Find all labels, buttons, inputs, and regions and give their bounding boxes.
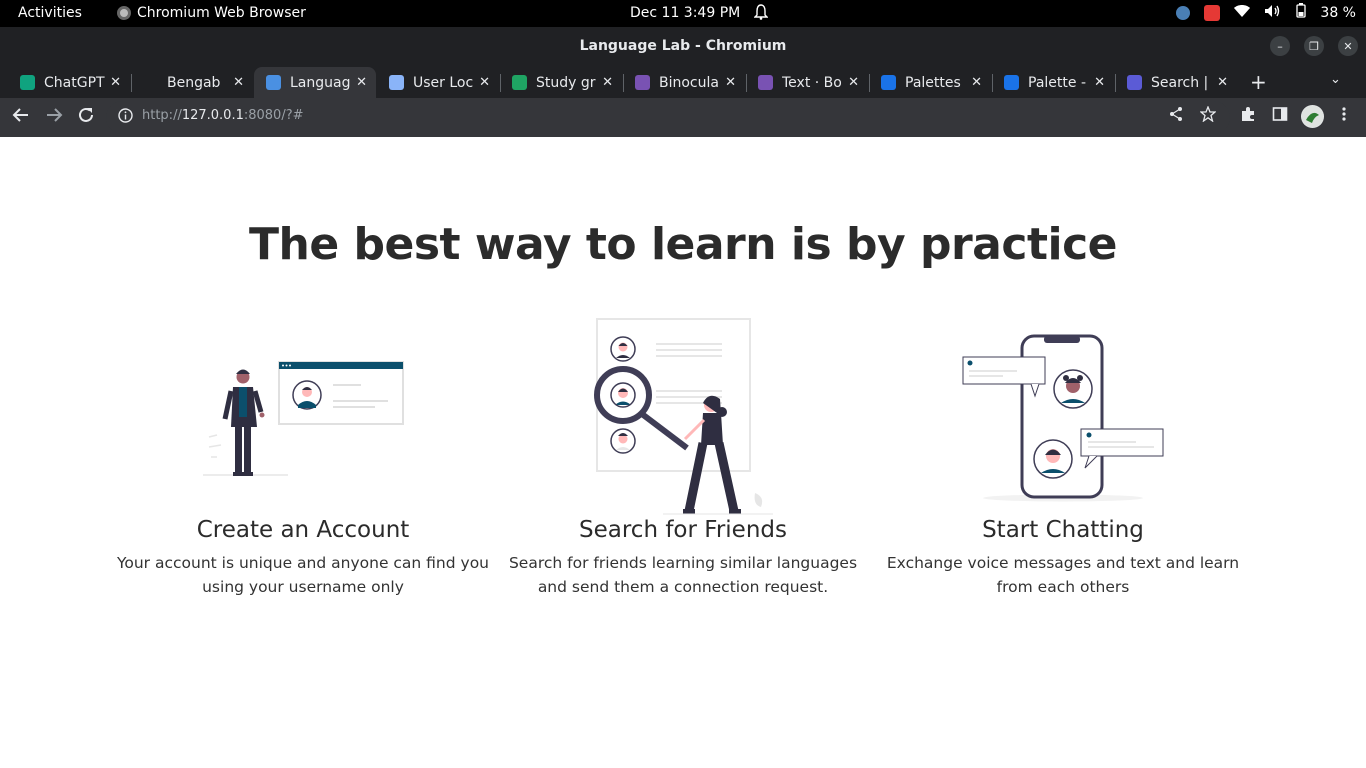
feature-search-friends: Search for Friends Search for friends le…: [493, 317, 873, 599]
share-icon[interactable]: [1168, 106, 1184, 127]
tab-close-icon[interactable]: ✕: [233, 75, 244, 90]
app-name-label: Chromium Web Browser: [137, 5, 306, 21]
search-friends-illustration: [493, 317, 873, 517]
reload-button[interactable]: [77, 106, 95, 129]
feature-description: Your account is unique and anyone can fi…: [116, 554, 490, 596]
bookmark-star-icon[interactable]: [1199, 105, 1217, 127]
feature-title: Start Chatting: [982, 517, 1144, 543]
feature-start-chatting: Start Chatting Exchange voice messages a…: [873, 317, 1253, 599]
app-menu[interactable]: Chromium Web Browser: [117, 5, 306, 21]
tab-label: Text · Bo: [782, 74, 842, 91]
chromium-icon: [117, 6, 131, 20]
battery-percent: 38 %: [1320, 4, 1356, 21]
feature-title: Create an Account: [196, 517, 410, 543]
browser-toolbar: http://127.0.0.1:8080/?#: [0, 98, 1366, 137]
tab-label: User Loc: [413, 74, 474, 91]
system-top-bar: Activities Chromium Web Browser Dec 11 3…: [0, 0, 1366, 27]
tab-favicon-icon: [1004, 75, 1019, 90]
tab-close-icon[interactable]: ✕: [1217, 75, 1228, 90]
browser-tab[interactable]: Study gr ✕: [500, 67, 622, 98]
tab-label: Palette -: [1028, 74, 1086, 91]
tab-close-icon[interactable]: ✕: [1094, 75, 1105, 90]
profile-avatar[interactable]: [1301, 105, 1324, 128]
browser-tab[interactable]: Search | ✕: [1115, 67, 1237, 98]
more-menu-icon[interactable]: [1338, 106, 1350, 127]
feature-description: Exchange voice messages and text and lea…: [886, 554, 1240, 596]
browser-tab[interactable]: Text · Bo ✕: [746, 67, 868, 98]
browser-tab[interactable]: Bengab ✕: [131, 67, 253, 98]
tab-favicon-icon: [635, 75, 650, 90]
tab-close-icon[interactable]: ✕: [479, 75, 490, 90]
tab-favicon-icon: [266, 75, 281, 90]
url-prefix: http://: [142, 108, 182, 123]
tab-favicon-icon: [20, 75, 35, 90]
anydesk-icon[interactable]: [1204, 4, 1221, 21]
tab-favicon-icon: [143, 75, 158, 90]
start-chatting-illustration: [873, 317, 1253, 517]
clock[interactable]: Dec 11 3:49 PM: [630, 5, 740, 21]
back-button[interactable]: [12, 106, 30, 129]
bell-icon: [753, 4, 769, 24]
info-icon[interactable]: [118, 108, 133, 128]
side-panel-icon[interactable]: [1272, 106, 1288, 127]
url-text[interactable]: http://127.0.0.1:8080/?#: [142, 108, 304, 123]
system-tray[interactable]: 38 %: [1176, 3, 1356, 22]
tab-label: Palettes: [905, 74, 961, 91]
volume-icon[interactable]: [1264, 4, 1282, 22]
forward-button[interactable]: [45, 106, 63, 129]
tab-favicon-icon: [512, 75, 527, 90]
maximize-button[interactable]: ❐: [1304, 36, 1324, 56]
page-content: The best way to learn is by practice Cre…: [0, 137, 1366, 768]
url-host: 127.0.0.1: [181, 108, 244, 123]
tab-close-icon[interactable]: ✕: [848, 75, 859, 90]
network-app-icon[interactable]: [1176, 5, 1191, 20]
browser-tab[interactable]: Palettes ✕: [869, 67, 991, 98]
browser-tab[interactable]: Languag ✕: [254, 67, 376, 98]
tab-close-icon[interactable]: ✕: [725, 75, 736, 90]
tab-label: ChatGPT: [44, 74, 105, 91]
window-title: Language Lab - Chromium: [579, 38, 787, 54]
feature-description: Search for friends learning similar lang…: [508, 554, 858, 596]
tab-favicon-icon: [758, 75, 773, 90]
url-rest: :8080/?#: [243, 108, 304, 123]
activities-button[interactable]: Activities: [18, 5, 82, 21]
feature-title: Search for Friends: [579, 517, 787, 543]
tab-label: Binocula: [659, 74, 719, 91]
tab-label: Search |: [1151, 74, 1209, 91]
close-window-button[interactable]: ✕: [1338, 36, 1358, 56]
tab-label: Languag: [290, 74, 351, 91]
page-headline: The best way to learn is by practice: [249, 219, 1118, 270]
chevron-down-icon[interactable]: ⌄: [1330, 72, 1341, 87]
tab-close-icon[interactable]: ✕: [356, 75, 367, 90]
extensions-icon[interactable]: [1240, 106, 1256, 127]
browser-tab[interactable]: Binocula ✕: [623, 67, 745, 98]
browser-tab[interactable]: Palette - ✕: [992, 67, 1114, 98]
tab-label: Bengab: [167, 74, 221, 91]
browser-tab[interactable]: ChatGPT ✕: [8, 67, 130, 98]
wifi-icon[interactable]: [1234, 4, 1251, 22]
window-title-bar: Language Lab - Chromium – ❐ ✕: [0, 27, 1366, 64]
browser-tab[interactable]: User Loc ✕: [377, 67, 499, 98]
tab-favicon-icon: [881, 75, 896, 90]
tab-close-icon[interactable]: ✕: [602, 75, 613, 90]
tab-strip: ChatGPT ✕ Bengab ✕ Languag ✕ User Loc ✕ Study gr…: [0, 64, 1366, 98]
tab-close-icon[interactable]: ✕: [971, 75, 982, 90]
minimize-button[interactable]: –: [1270, 36, 1290, 56]
tab-close-icon[interactable]: ✕: [110, 75, 121, 90]
tab-favicon-icon: [1127, 75, 1142, 90]
create-account-illustration: [113, 317, 493, 517]
feature-create-account: Create an Account Your account is unique…: [113, 317, 493, 599]
new-tab-button[interactable]: +: [1250, 70, 1267, 94]
battery-icon[interactable]: [1296, 3, 1307, 22]
tab-favicon-icon: [389, 75, 404, 90]
tab-label: Study gr: [536, 74, 596, 91]
